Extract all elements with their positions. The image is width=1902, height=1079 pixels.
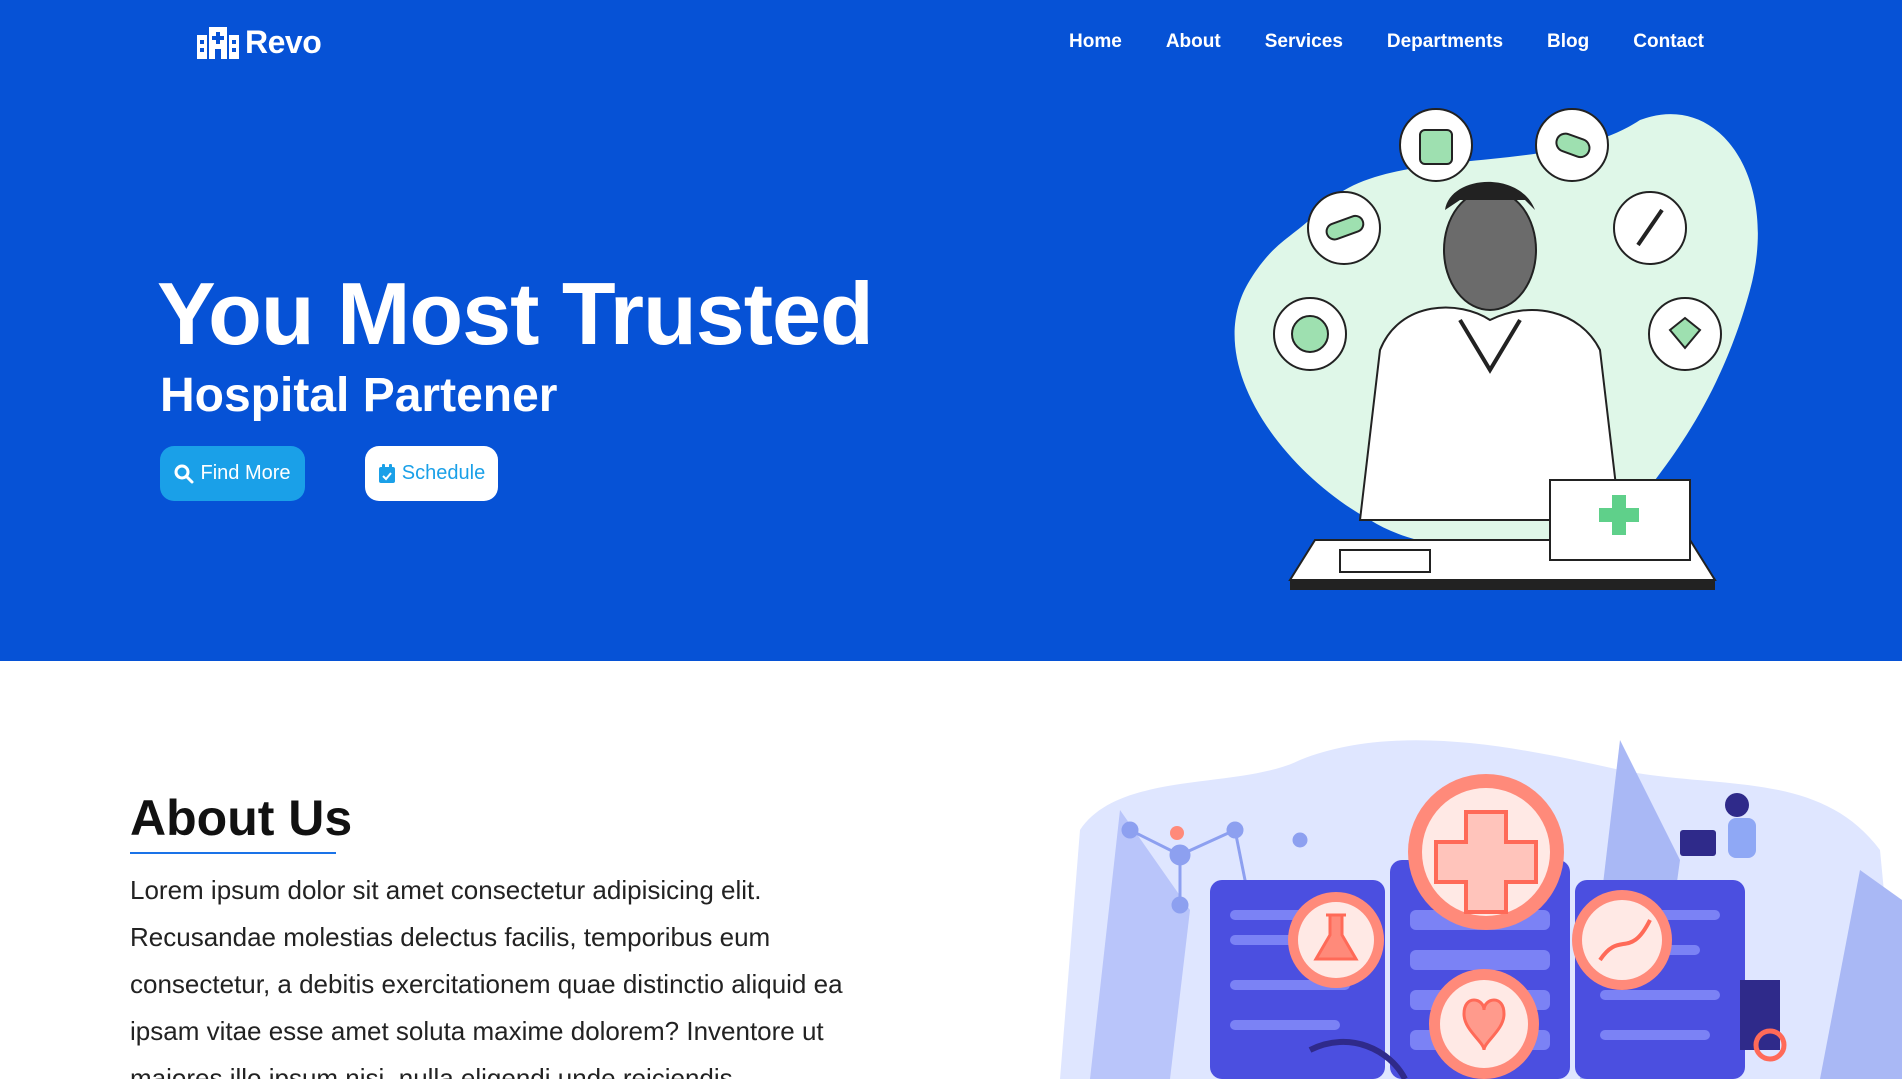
hospital-icon [197,26,239,59]
hero-subtitle: Hospital Partener [160,369,558,422]
search-icon [174,464,194,483]
schedule-button[interactable]: Schedule [365,446,498,501]
nav-departments[interactable]: Departments [1387,31,1503,53]
nav-contact[interactable]: Contact [1633,31,1704,53]
find-more-button[interactable]: Find More [160,446,305,501]
brand-logo[interactable]: Revo [197,24,322,61]
find-more-label: Find More [200,462,291,484]
doctor-illustration [1234,108,1758,590]
hero-section: Revo Home About Services Departments Blo… [0,0,1902,661]
medical-research-illustration [1060,740,1902,1079]
title-underline [130,852,336,854]
main-nav: Home About Services Departments Blog Con… [1069,31,1704,53]
nav-home[interactable]: Home [1069,31,1122,53]
hero-title: You Most Trusted [157,264,874,363]
about-title: About Us [130,790,353,846]
schedule-label: Schedule [401,462,486,484]
nav-about[interactable]: About [1166,31,1221,53]
about-text: Lorem ipsum dolor sit amet consectetur a… [130,875,843,1079]
calendar-check-icon [378,463,395,483]
nav-services[interactable]: Services [1265,31,1343,53]
brand-name: Revo [245,24,322,60]
nav-blog[interactable]: Blog [1547,31,1589,53]
